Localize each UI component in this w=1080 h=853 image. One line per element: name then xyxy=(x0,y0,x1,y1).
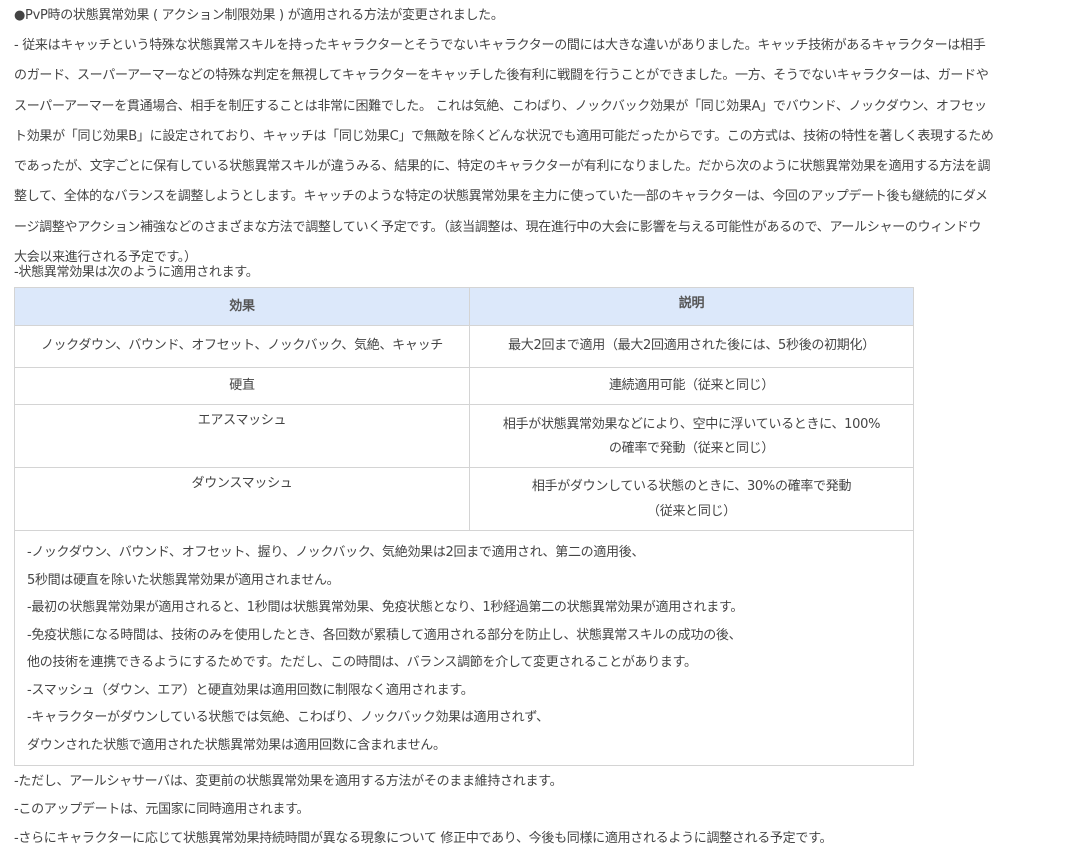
description-cell: 連続適用可能（従来と同じ） xyxy=(608,378,775,393)
paragraph-line: ト効果が「同じ効果B」に設定されており、キャッチは「同じ効果C」で無敵を除くどん… xyxy=(14,128,994,144)
paragraph-line: 整して、全体的なバランスを調整しようとします。キャッチのような特定の状態異常効果… xyxy=(14,189,988,205)
description-line: 相手がダウンしている状態のときに、30%の確率で発動 xyxy=(531,479,852,494)
effect-cell: 硬直 xyxy=(15,368,470,404)
table-notes: -ノックダウン、バウンド、オフセット、握り、ノックバック、気絶効果は2回まで適用… xyxy=(15,530,913,765)
table-intro: -状態異常効果は次のように適用されます。 xyxy=(14,265,259,280)
table-row: ノックダウン、バウンド、オフセット、ノックバック、気絶、キャッチ 最大2回まで適… xyxy=(15,325,913,367)
note-line: ダウンされた状態で適用された状態異常効果は適用回数に含まれません。 xyxy=(27,737,446,753)
table-row: ダウンスマッシュ 相手がダウンしている状態のときに、30%の確率で発動 （従来と… xyxy=(15,467,913,530)
description-cell: 相手が状態異常効果などにより、空中に浮いているときに、100% の確率で発動（従… xyxy=(470,405,913,467)
note-line: -ノックダウン、バウンド、オフセット、握り、ノックバック、気絶効果は2回まで適用… xyxy=(27,545,645,560)
description-line: （従来と同じ） xyxy=(647,504,736,519)
paragraph-line: であったが、文字ごとに保有している状態異常スキルが違うみる、結果的に、特定のキャ… xyxy=(14,159,991,175)
description-line: 相手が状態異常効果などにより、空中に浮いているときに、100% xyxy=(502,417,881,432)
header-effect: 効果 xyxy=(15,288,470,325)
effect-cell: ノックダウン、バウンド、オフセット、ノックバック、気絶、キャッチ xyxy=(15,326,470,367)
status-effect-table: 効果 説明 ノックダウン、バウンド、オフセット、ノックバック、気絶、キャッチ 最… xyxy=(14,287,914,766)
section-heading: ●PvP時の状態異常効果 ( アクション制限効果 ) が適用される方法が変更され… xyxy=(14,8,504,23)
description-cell: 最大2回まで適用（最大2回適用された後には、5秒後の初期化） xyxy=(508,338,875,353)
paragraph-line: スーパーアーマーを貫通場合、相手を制圧することは非常に困難でした。 これは気絶、… xyxy=(14,98,987,114)
description-cell: 相手がダウンしている状態のときに、30%の確率で発動 （従来と同じ） xyxy=(470,468,913,530)
footer-note: -このアップデートは、元国家に同時適用されます。 xyxy=(14,802,310,817)
footer-note: -ただし、アールシャサーバは、変更前の状態異常効果を適用する方法がそのまま維持さ… xyxy=(14,774,563,789)
table-row: 硬直 連続適用可能（従来と同じ） xyxy=(15,367,913,404)
effect-cell: ダウンスマッシュ xyxy=(15,468,470,530)
table-header-row: 効果 説明 xyxy=(15,288,913,325)
footer-note: -さらにキャラクターに応じて状態異常効果持続時間が異なる現象について 修正中であ… xyxy=(14,831,833,846)
note-line: -キャラクターがダウンしている状態では気絶、こわばり、ノックバック効果は適用され… xyxy=(27,710,549,725)
note-line: -スマッシュ（ダウン、エア）と硬直効果は適用回数に制限なく適用されます。 xyxy=(27,682,474,698)
paragraph-line: - 従来はキャッチという特殊な状態異常スキルを持ったキャラクターとそうでないキャ… xyxy=(14,38,986,53)
note-line: 他の技術を連携できるようにするためです。ただし、この時間は、バランス調節を介して… xyxy=(27,655,697,670)
description-line: の確率で発動（従来と同じ） xyxy=(608,441,775,456)
paragraph-line: ージ調整やアクション補強などのさまざまな方法で調整していく予定です。（該当調整は… xyxy=(14,219,982,235)
effect-cell: エアスマッシュ xyxy=(15,405,470,467)
note-line: -免疫状態になる時間は、技術のみを使用したとき、各回数が累積して適用される部分を… xyxy=(27,627,742,643)
paragraph-line: のガード、スーパーアーマーなどの特殊な判定を無視してキャラクターをキャッチした後… xyxy=(14,68,989,84)
explanation-paragraph: - 従来はキャッチという特殊な状態異常スキルを持ったキャラクターとそうでないキャ… xyxy=(14,31,1070,273)
note-line: -最初の状態異常効果が適用されると、1秒間は状態異常効果、免疫状態となり、1秒経… xyxy=(27,600,744,615)
header-description: 説明 xyxy=(678,296,705,311)
note-line: 5秒間は硬直を除いた状態異常効果が適用されません。 xyxy=(27,572,340,588)
table-row: エアスマッシュ 相手が状態異常効果などにより、空中に浮いているときに、100% … xyxy=(15,404,913,467)
